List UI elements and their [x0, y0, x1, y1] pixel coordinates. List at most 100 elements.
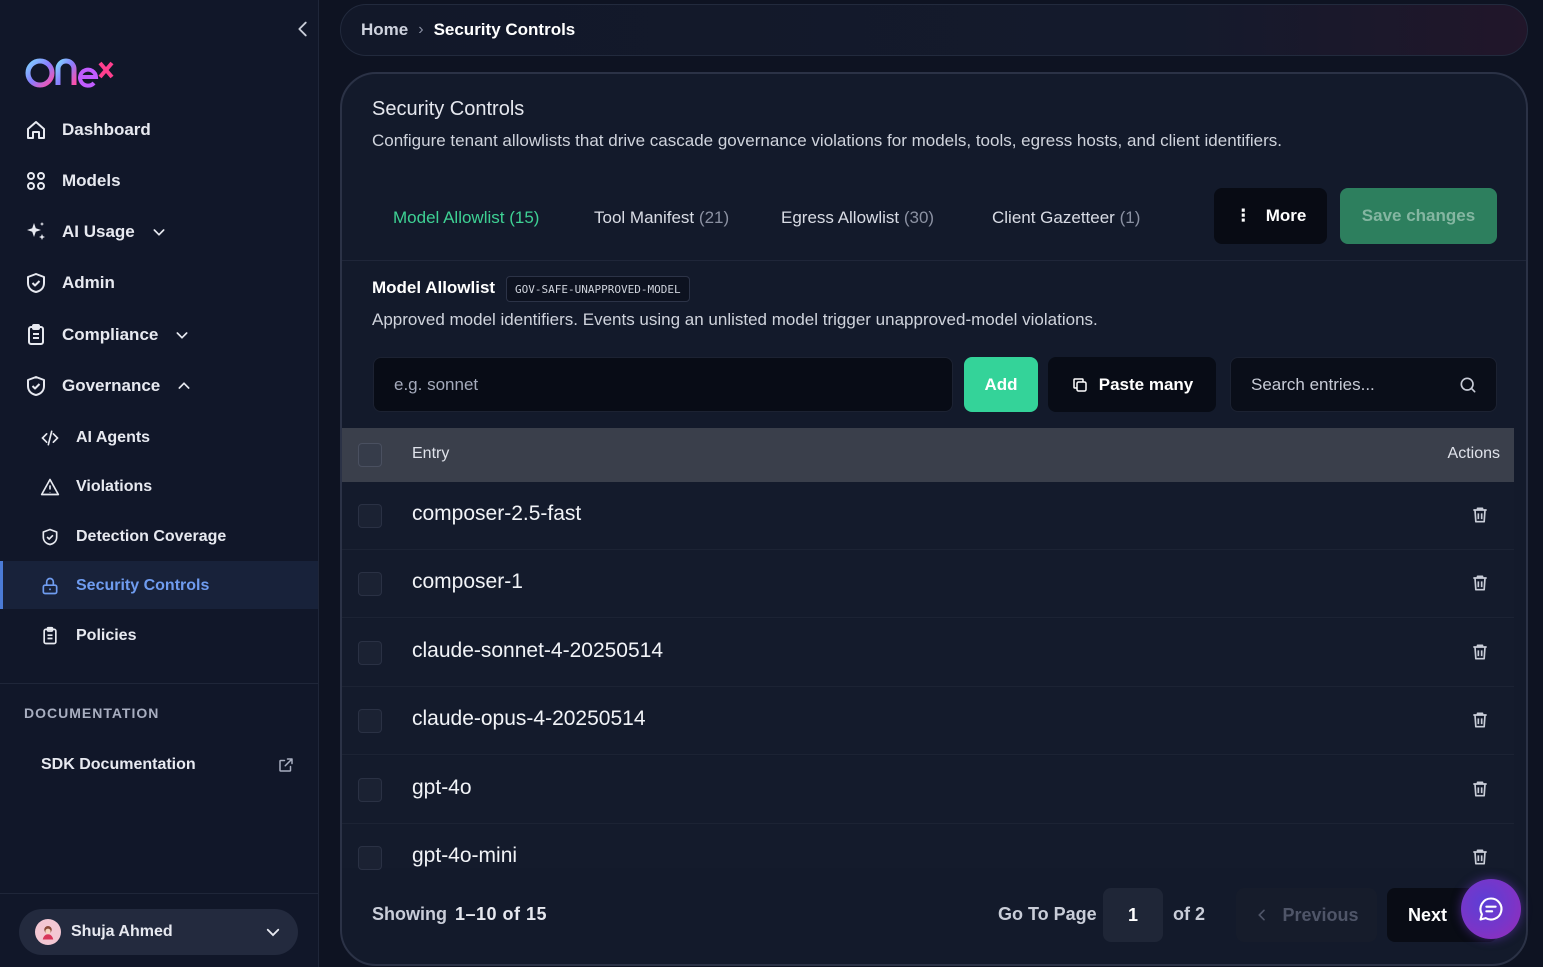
- page-subtitle: Configure tenant allowlists that drive c…: [372, 131, 1282, 150]
- sidebar-item-compliance[interactable]: Compliance: [24, 317, 190, 353]
- chat-button[interactable]: [1461, 879, 1521, 939]
- panel-divider: [342, 260, 1526, 261]
- breadcrumb-home[interactable]: Home: [361, 20, 408, 40]
- table-row: composer-2.5-fast: [342, 482, 1514, 550]
- sidebar-item-governance[interactable]: Governance: [24, 368, 192, 404]
- sidebar-item-admin[interactable]: Admin: [24, 265, 115, 301]
- shield-check-icon: [27, 273, 45, 293]
- paste-many-label: Paste many: [1098, 374, 1194, 394]
- trash-icon[interactable]: [1470, 847, 1490, 867]
- page-title: Security Controls: [372, 98, 525, 120]
- user-name: Shuja Ahmed: [71, 923, 173, 940]
- tab-egress-allowlist[interactable]: Egress Allowlist (30): [781, 208, 934, 228]
- entry-value: composer-1: [412, 570, 523, 593]
- tab-tool-manifest[interactable]: Tool Manifest (21): [594, 208, 729, 228]
- warning-icon: [40, 478, 60, 496]
- go-to-page-label: Go To Page: [998, 904, 1097, 924]
- sdk-documentation-link[interactable]: SDK Documentation: [41, 752, 295, 778]
- violation-code-tag: GOV-SAFE-UNAPPROVED-MODEL: [506, 276, 690, 302]
- chevron-up-icon: [178, 382, 190, 389]
- collapse-sidebar-icon[interactable]: [292, 18, 314, 40]
- breadcrumb: Home › Security Controls: [340, 4, 1528, 56]
- paste-many-button[interactable]: Paste many: [1048, 357, 1216, 412]
- select-all-checkbox[interactable]: [358, 443, 382, 467]
- save-changes-button[interactable]: Save changes: [1340, 188, 1497, 244]
- trash-icon[interactable]: [1470, 505, 1490, 525]
- sidebar-divider: [0, 893, 318, 894]
- trash-icon[interactable]: [1470, 642, 1490, 662]
- more-label: More: [1265, 206, 1307, 225]
- home-icon: [27, 121, 45, 139]
- chevron-down-icon: [176, 332, 188, 339]
- row-checkbox[interactable]: [358, 641, 382, 665]
- entry-value: gpt-4o: [412, 776, 472, 799]
- sidebar-item-ai-agents[interactable]: AI Agents: [40, 420, 150, 456]
- sidebar-item-label: AI Agents: [76, 429, 151, 446]
- tab-label: Client Gazetteer: [992, 208, 1115, 227]
- page-number-input[interactable]: 1: [1103, 888, 1163, 942]
- table-header: Entry Actions: [342, 428, 1514, 482]
- pagination-summary: Showing 1–10 of 15: [372, 904, 547, 925]
- chevron-down-icon: [153, 229, 165, 236]
- trash-icon[interactable]: [1470, 573, 1490, 593]
- user-menu[interactable]: Shuja Ahmed: [19, 909, 298, 955]
- tab-count: (1): [1119, 208, 1141, 227]
- more-button[interactable]: ⋮ More: [1214, 188, 1327, 244]
- sidebar-item-label: Governance: [62, 376, 161, 395]
- sidebar-item-models[interactable]: Models: [24, 163, 121, 199]
- sidebar-divider: [0, 683, 318, 684]
- sidebar-item-security-controls[interactable]: Security Controls: [40, 568, 209, 604]
- row-checkbox[interactable]: [358, 709, 382, 733]
- entry-value: claude-opus-4-20250514: [412, 707, 646, 730]
- security-controls-panel: Security Controls Configure tenant allow…: [340, 72, 1528, 966]
- kebab-icon: ⋮: [1234, 206, 1252, 225]
- tab-count: (15): [509, 208, 540, 227]
- add-button[interactable]: Add: [964, 357, 1038, 412]
- showing-label: Showing: [372, 904, 447, 924]
- sidebar-item-label: Violations: [76, 478, 153, 495]
- trash-icon[interactable]: [1470, 710, 1490, 730]
- search-input[interactable]: [1251, 374, 1441, 395]
- row-checkbox[interactable]: [358, 846, 382, 870]
- chat-icon: [1479, 897, 1503, 921]
- sidebar-item-label: Compliance: [62, 325, 159, 344]
- table-row: claude-sonnet-4-20250514: [342, 619, 1514, 687]
- tab-model-allowlist[interactable]: Model Allowlist (15): [393, 208, 539, 228]
- sidebar: Dashboard Models AI Usage Admin Complian…: [0, 0, 319, 967]
- grid-icon: [27, 172, 45, 190]
- tab-count: (21): [698, 208, 730, 227]
- row-checkbox[interactable]: [358, 504, 382, 528]
- entry-value: claude-sonnet-4-20250514: [412, 639, 664, 662]
- search-entries[interactable]: [1230, 357, 1497, 412]
- entry-value: gpt-4o-mini: [412, 844, 518, 867]
- entry-value: composer-2.5-fast: [412, 502, 582, 525]
- column-header-entry: Entry: [412, 445, 450, 462]
- row-checkbox[interactable]: [358, 778, 382, 802]
- onex-logo[interactable]: [24, 55, 124, 91]
- sidebar-item-violations[interactable]: Violations: [40, 469, 152, 505]
- section-description: Approved model identifiers. Events using…: [372, 310, 1098, 329]
- tab-count: (30): [903, 208, 935, 227]
- tab-label: Model Allowlist: [393, 208, 505, 227]
- code-icon: [41, 430, 59, 446]
- row-checkbox[interactable]: [358, 572, 382, 596]
- shield-check-icon: [42, 528, 58, 546]
- sidebar-item-label: Policies: [76, 627, 137, 644]
- tab-client-gazetteer[interactable]: Client Gazetteer (1): [992, 208, 1140, 228]
- trash-icon[interactable]: [1470, 779, 1490, 799]
- sdk-documentation-label: SDK Documentation: [41, 756, 196, 773]
- sidebar-item-label: Models: [62, 171, 121, 190]
- sidebar-item-policies[interactable]: Policies: [40, 618, 136, 654]
- new-entry-input[interactable]: [373, 357, 953, 412]
- showing-range: 1–10 of 15: [455, 904, 548, 924]
- sidebar-item-ai-usage[interactable]: AI Usage: [24, 214, 167, 250]
- table-row: composer-1: [342, 550, 1514, 618]
- breadcrumb-current: Security Controls: [433, 20, 576, 39]
- previous-button[interactable]: Previous: [1236, 888, 1377, 942]
- sidebar-item-detection-coverage[interactable]: Detection Coverage: [40, 519, 226, 555]
- tab-label: Tool Manifest: [594, 208, 695, 227]
- sidebar-item-label: AI Usage: [62, 222, 135, 241]
- sidebar-item-dashboard[interactable]: Dashboard: [24, 112, 151, 148]
- chevron-down-icon: [266, 928, 280, 937]
- sidebar-item-label: Admin: [62, 273, 115, 292]
